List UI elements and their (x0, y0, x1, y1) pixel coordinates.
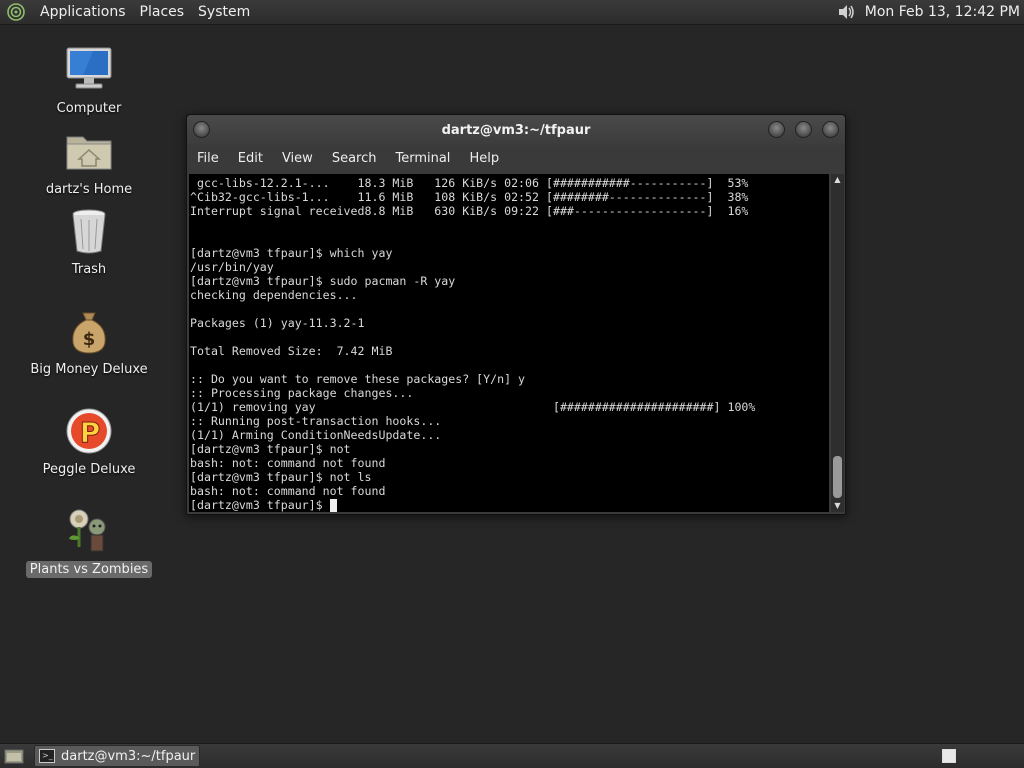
terminal-cursor (329, 499, 337, 512)
terminal-menubar: File Edit View Search Terminal Help (187, 145, 845, 173)
desktop-icon-label: dartz's Home (45, 182, 133, 197)
top-panel: Applications Places System Mon Feb 13, 1… (0, 0, 1024, 25)
menu-view[interactable]: View (275, 145, 320, 173)
menu-search[interactable]: Search (325, 145, 384, 173)
bottom-panel: >_ dartz@vm3:~/tfpaur (0, 743, 1024, 768)
desktop-icon-big-money[interactable]: $ Big Money Deluxe (19, 305, 159, 378)
scrollbar-thumb[interactable] (833, 456, 842, 498)
desktop-icon-trash[interactable]: Trash (19, 205, 159, 278)
peggle-icon: P (63, 405, 115, 457)
plants-vs-zombies-icon (63, 505, 115, 557)
terminal-line: :: Do you want to remove these packages?… (190, 372, 526, 386)
workspace-switcher[interactable] (942, 749, 956, 763)
terminal-line: :: Running post-transaction hooks... (190, 414, 442, 428)
desktop-icon-label: Peggle Deluxe (42, 462, 136, 477)
terminal-line: bash: not: command not found (190, 456, 386, 470)
money-bag-icon: $ (63, 305, 115, 357)
taskbar-terminal-button[interactable]: >_ dartz@vm3:~/tfpaur (34, 745, 200, 767)
scroll-up-arrow-icon[interactable]: ▲ (831, 174, 844, 186)
terminal-text: gcc-libs-12.2.1-... 18.3 MiB 126 KiB/s 0… (189, 174, 829, 512)
window-titlebar[interactable]: dartz@vm3:~/tfpaur (187, 115, 845, 145)
desktop-icon-peggle[interactable]: P Peggle Deluxe (19, 405, 159, 478)
desktop-icon-label: Plants vs Zombies (25, 561, 153, 578)
taskbar-label: dartz@vm3:~/tfpaur (61, 748, 196, 764)
terminal-line: [dartz@vm3 tfpaur]$ sudo pacman -R yay (190, 274, 456, 288)
window-title: dartz@vm3:~/tfpaur (441, 122, 591, 138)
places-menu[interactable]: Places (133, 0, 192, 25)
close-button[interactable] (822, 121, 839, 138)
menu-terminal[interactable]: Terminal (388, 145, 457, 173)
desktop-icon-label: Computer (56, 101, 122, 116)
volume-icon[interactable] (835, 1, 857, 23)
terminal-output[interactable]: gcc-libs-12.2.1-... 18.3 MiB 126 KiB/s 0… (189, 174, 829, 512)
trash-icon (63, 205, 115, 257)
menu-help[interactable]: Help (462, 145, 506, 173)
terminal-icon: >_ (39, 749, 55, 763)
terminal-scrollbar[interactable]: ▲ ▼ (831, 174, 844, 512)
terminal-line: checking dependencies... (190, 288, 358, 302)
terminal-prompt-line: [dartz@vm3 tfpaur]$ (190, 498, 829, 512)
maximize-button[interactable] (795, 121, 812, 138)
terminal-line: ^Cib32-gcc-libs-1... 11.6 MiB 108 KiB/s … (190, 190, 749, 204)
home-folder-icon (63, 125, 115, 177)
computer-icon (63, 44, 115, 96)
applications-menu[interactable]: Applications (33, 0, 133, 25)
terminal-line: (1/1) Arming ConditionNeedsUpdate... (190, 428, 442, 442)
terminal-window[interactable]: dartz@vm3:~/tfpaur File Edit View Search… (186, 114, 846, 515)
system-menu[interactable]: System (191, 0, 257, 25)
menu-file[interactable]: File (190, 145, 226, 173)
terminal-line: (1/1) removing yay [####################… (190, 400, 756, 414)
terminal-line: Packages (1) yay-11.3.2-1 (190, 316, 365, 330)
minimize-button[interactable] (768, 121, 785, 138)
desktop-icon-label: Big Money Deluxe (30, 362, 148, 377)
desktop-icon-label: Trash (71, 262, 107, 277)
terminal-line: gcc-libs-12.2.1-... 18.3 MiB 126 KiB/s 0… (190, 176, 749, 190)
terminal-line: Total Removed Size: 7.42 MiB (190, 344, 393, 358)
desktop-icon-computer[interactable]: Computer (19, 44, 159, 117)
terminal-line: Interrupt signal received8.8 MiB 630 KiB… (190, 204, 749, 218)
terminal-line: :: Processing package changes... (190, 386, 414, 400)
desktop-icon-home[interactable]: dartz's Home (19, 125, 159, 198)
menu-edit[interactable]: Edit (231, 145, 270, 173)
window-menu-button[interactable] (193, 121, 210, 138)
terminal-line: [dartz@vm3 tfpaur]$ which yay (190, 246, 393, 260)
terminal-line: [dartz@vm3 tfpaur]$ not (190, 442, 351, 456)
terminal-line: /usr/bin/yay (190, 260, 274, 274)
desktop-icon-plants-vs-zombies[interactable]: Plants vs Zombies (19, 505, 159, 578)
scroll-down-arrow-icon[interactable]: ▼ (831, 500, 844, 512)
show-desktop-icon[interactable] (2, 744, 26, 768)
terminal-line: [dartz@vm3 tfpaur]$ not ls (190, 470, 372, 484)
svg-text:P: P (80, 416, 101, 449)
svg-text:$: $ (83, 329, 96, 350)
clock[interactable]: Mon Feb 13, 12:42 PM (865, 4, 1020, 20)
terminal-prompt: [dartz@vm3 tfpaur]$ (190, 498, 330, 512)
mate-logo-icon[interactable] (6, 2, 26, 22)
terminal-line: bash: not: command not found (190, 484, 386, 498)
